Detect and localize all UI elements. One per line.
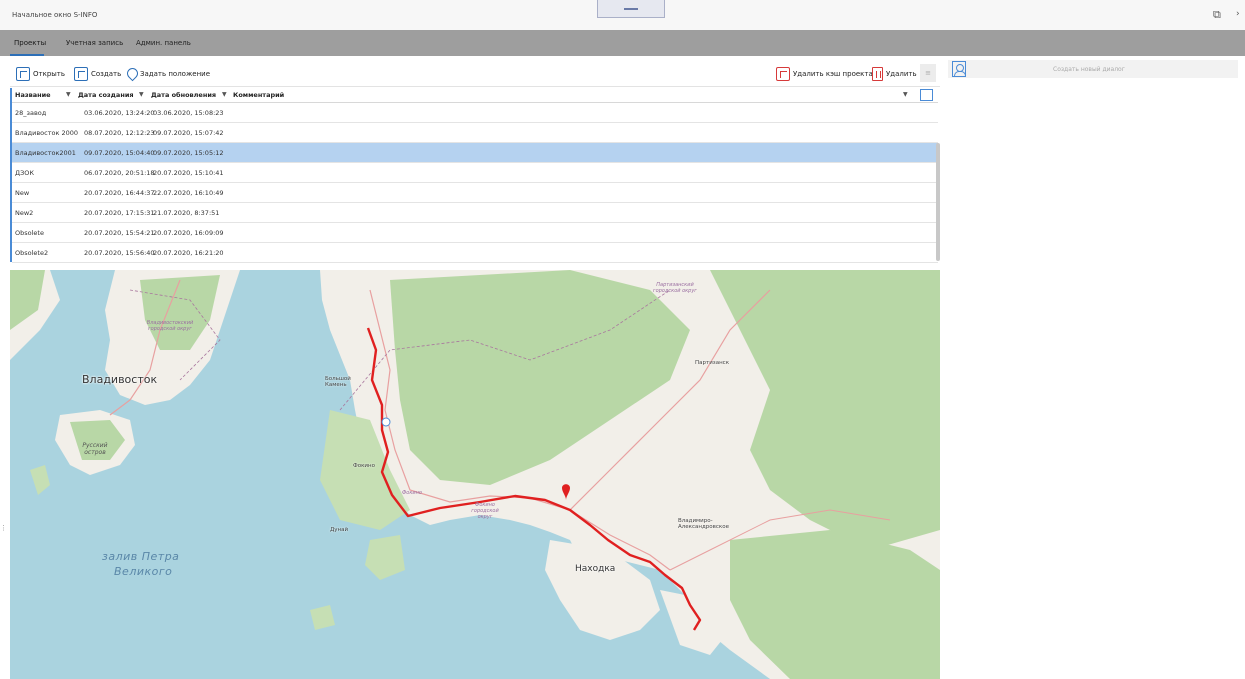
map-label-nakhodka: Находка (575, 564, 616, 574)
cell-name: Obsolete (15, 229, 44, 237)
map-label-bolshoy-kamen: Большой Камень (325, 376, 351, 388)
cell-created: 06.07.2020, 20:51:18 (84, 169, 155, 177)
delete-button[interactable]: Удалить (872, 66, 917, 82)
projects-panel: Открыть Создать Задать положение Удалить… (10, 60, 940, 679)
map-label-bay-line1: залив Петра (102, 550, 180, 563)
cell-updated: 09.07.2020, 15:07:42 (153, 129, 224, 137)
cell-created: 20.07.2020, 15:56:40 (84, 249, 155, 257)
cell-created: 03.06.2020, 13:24:20 (84, 109, 155, 117)
map-label-fokino: Фокино (353, 463, 375, 469)
map-label-vladivostok: Владивосток (82, 373, 158, 386)
cell-updated: 03.06.2020, 15:08:23 (153, 109, 224, 117)
active-tab-indicator (10, 54, 44, 56)
window-drag-handle[interactable] (597, 0, 665, 18)
filter-icon[interactable]: ▼ (66, 91, 71, 98)
cell-updated: 09.07.2020, 15:05:12 (153, 149, 224, 157)
new-dialog-title: Создать новый диалог (1053, 66, 1125, 73)
column-header-name[interactable]: Название (15, 91, 51, 99)
tab-projects[interactable]: Проекты (14, 39, 46, 47)
cell-created: 08.07.2020, 12:12:23 (84, 129, 155, 137)
column-header-created[interactable]: Дата создания (78, 91, 134, 99)
column-chooser-icon[interactable] (920, 89, 933, 101)
main-tabbar: Проекты Учетная запись Админ. панель (0, 30, 1245, 56)
trash-icon (872, 67, 883, 81)
map-route-marker[interactable] (381, 417, 391, 427)
create-icon (74, 67, 88, 81)
close-icon[interactable]: › (1236, 9, 1240, 19)
set-position-button[interactable]: Задать положение (126, 66, 210, 82)
cell-name: ДЗОК (15, 169, 34, 177)
dialog-panel: Создать новый диалог (946, 60, 1245, 679)
open-button-label: Открыть (33, 70, 65, 78)
column-header-comment[interactable]: Комментарий (233, 91, 284, 99)
table-row-selected[interactable]: Владивосток2001 09.07.2020, 15:04:40 09.… (12, 143, 938, 163)
cell-created: 20.07.2020, 17:15:31 (84, 209, 155, 217)
map-label-fokino-small: Фокино (402, 490, 422, 496)
cell-updated: 20.07.2020, 16:21:20 (153, 249, 224, 257)
cell-name: New (15, 189, 30, 197)
open-button[interactable]: Открыть (16, 66, 65, 82)
more-menu-icon[interactable]: ≡ (920, 64, 936, 82)
table-row[interactable]: Владивосток 2000 08.07.2020, 12:12:23 09… (12, 123, 938, 143)
table-row[interactable]: 28_завод 03.06.2020, 13:24:20 03.06.2020… (12, 103, 938, 123)
map-label-vladimiro: Владимиро-Александровское (678, 518, 729, 530)
delete-cache-label: Удалить кэш проекта (793, 70, 873, 78)
route-point-icon[interactable] (381, 417, 391, 427)
restore-icon[interactable]: ⧉ (1213, 8, 1221, 22)
table-scrollbar[interactable] (936, 143, 940, 261)
cell-updated: 20.07.2020, 16:09:09 (153, 229, 224, 237)
cell-name: Obsolete2 (15, 249, 49, 257)
map-label-partizansk: Партизанск (695, 360, 730, 366)
table-row[interactable]: Obsolete2 20.07.2020, 15:56:40 20.07.202… (12, 243, 938, 263)
table-header: Название ▼ Дата создания ▼ Дата обновлен… (12, 88, 938, 103)
map-label-partizansk-okrug: Партизанский городской округ (653, 282, 697, 294)
filter-icon[interactable]: ▼ (139, 91, 144, 98)
delete-cache-icon (776, 67, 790, 81)
column-header-updated[interactable]: Дата обновления (151, 91, 216, 99)
user-avatar-icon (952, 61, 966, 77)
map-label-bay-line2: Великого (114, 565, 173, 578)
window-title: Начальное окно S-INFO (12, 11, 98, 19)
filter-icon[interactable]: ▼ (222, 91, 227, 98)
cell-updated: 21.07.2020, 8:37:51 (153, 209, 220, 217)
tab-account[interactable]: Учетная запись (66, 39, 123, 47)
map-label-russky: Русский остров (82, 442, 108, 456)
projects-table: Название ▼ Дата создания ▼ Дата обновлен… (10, 88, 940, 263)
cell-name: Владивосток2001 (15, 149, 76, 157)
cell-updated: 22.07.2020, 16:10:49 (153, 189, 224, 197)
grip-icon[interactable]: ⋮ (0, 524, 7, 532)
cell-created: 20.07.2020, 15:54:21 (84, 229, 155, 237)
create-button-label: Создать (91, 70, 122, 78)
window-titlebar: Начальное окно S-INFO ⧉ › (0, 0, 1245, 30)
table-row[interactable]: Obsolete 20.07.2020, 15:54:21 20.07.2020… (12, 223, 938, 243)
cell-updated: 20.07.2020, 15:10:41 (153, 169, 224, 177)
cell-name: Владивосток 2000 (15, 129, 78, 137)
delete-label: Удалить (886, 70, 917, 78)
cell-created: 20.07.2020, 16:44:37 (84, 189, 155, 197)
delete-cache-button[interactable]: Удалить кэш проекта (776, 66, 873, 82)
cell-name: New2 (15, 209, 34, 217)
new-dialog-header[interactable]: Создать новый диалог (948, 60, 1238, 78)
create-button[interactable]: Создать (74, 66, 121, 82)
table-row[interactable]: New2 20.07.2020, 17:15:31 21.07.2020, 8:… (12, 203, 938, 223)
tab-admin-panel[interactable]: Админ. панель (136, 39, 191, 47)
cell-created: 09.07.2020, 15:04:40 (84, 149, 155, 157)
open-icon (16, 67, 30, 81)
map-view[interactable]: Владивосток Владивостокский городской ок… (10, 270, 940, 679)
filter-icon[interactable]: ▼ (903, 91, 908, 98)
table-row[interactable]: New 20.07.2020, 16:44:37 22.07.2020, 16:… (12, 183, 938, 203)
set-position-label: Задать положение (140, 70, 210, 78)
cell-name: 28_завод (15, 109, 47, 117)
map-label-dunay: Дунай (330, 527, 349, 533)
table-row[interactable]: ДЗОК 06.07.2020, 20:51:18 20.07.2020, 15… (12, 163, 938, 183)
map-label-vladivostok-okrug: Владивостокский городской округ (146, 320, 194, 332)
projects-toolbar: Открыть Создать Задать положение Удалить… (10, 60, 940, 87)
map-label-fokino-okrug: Фокино городской округ (471, 502, 499, 520)
location-pin-icon (126, 67, 137, 81)
